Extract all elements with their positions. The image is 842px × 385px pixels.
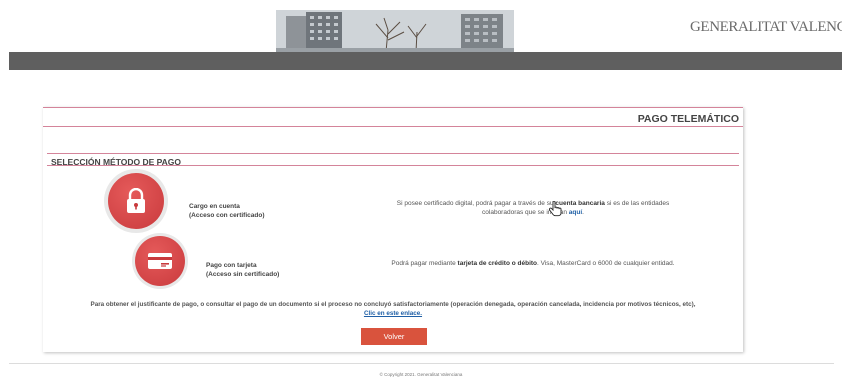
cargo-en-cuenta-description: Si posee certificado digital, podrá paga…	[396, 200, 670, 216]
entidades-link[interactable]: aquí	[569, 209, 582, 216]
header-banner-image	[276, 10, 514, 52]
page-title: PAGO TELEMÁTICO	[637, 113, 739, 125]
justificante-link[interactable]: Clic en este enlace.	[364, 310, 422, 317]
pago-con-tarjeta-button[interactable]	[132, 233, 188, 289]
generalitat-logo[interactable]: GENERALITAT VALENCIANA	[688, 17, 842, 37]
footer-divider	[9, 363, 834, 364]
top-navigation-bar	[9, 52, 842, 70]
divider	[47, 153, 739, 154]
pago-con-tarjeta-label[interactable]: Pago con tarjeta (Acceso sin certificado…	[206, 261, 279, 279]
divider	[43, 126, 743, 127]
justificante-info: Para obtener el justificante de pago, o …	[90, 301, 696, 317]
payment-panel: PAGO TELEMÁTICO SELECCIÓN MÉTODO DE PAGO…	[43, 107, 743, 352]
buildings-illustration	[276, 10, 514, 52]
pago-con-tarjeta-description: Podrá pagar mediante tarjeta de crédito …	[391, 260, 675, 267]
cargo-en-cuenta-label[interactable]: Cargo en cuenta (Acceso con certificado)	[189, 202, 265, 220]
cargo-en-cuenta-button[interactable]	[104, 169, 168, 233]
credit-card-icon	[148, 253, 172, 269]
page: GENERALITAT VALENCIANA PAGO TELEMÁTICO S…	[0, 0, 842, 385]
divider	[43, 107, 743, 108]
lock-icon	[127, 188, 145, 213]
volver-button[interactable]: Volver	[361, 328, 427, 345]
logo-text: GENERALITAT VALENCIANA	[690, 18, 842, 35]
divider	[47, 165, 739, 166]
hand-cursor-icon	[548, 201, 562, 217]
copyright-text: © Copyright 2021. Generalitat Valenciana	[379, 372, 463, 377]
